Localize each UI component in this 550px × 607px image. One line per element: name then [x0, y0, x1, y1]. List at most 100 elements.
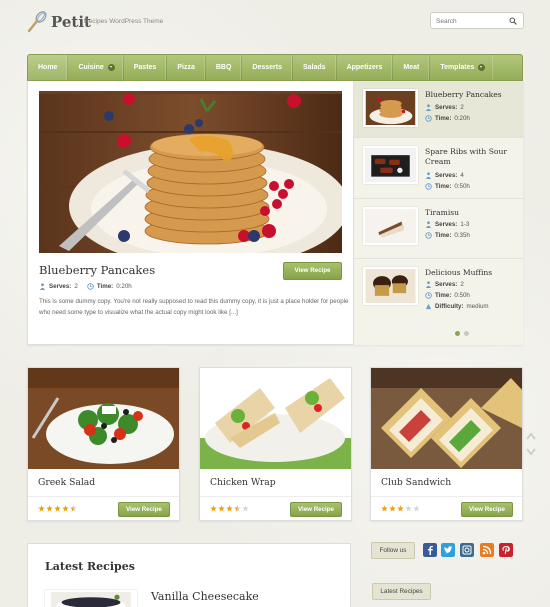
- serves-label: Serves:: [435, 221, 458, 228]
- star-icon: [70, 505, 77, 512]
- person-icon: [425, 104, 432, 111]
- clock-icon: [87, 283, 94, 290]
- slider-item-time: Time: 0:35h: [425, 232, 470, 239]
- slider-dot[interactable]: [455, 331, 460, 336]
- recipe-card-image[interactable]: [371, 368, 522, 469]
- time-value: 0:50h: [454, 292, 470, 299]
- facebook-icon[interactable]: [423, 543, 437, 557]
- difficulty-value: medium: [466, 303, 489, 310]
- time-value: 0:20h: [454, 115, 470, 122]
- instagram-icon[interactable]: [460, 543, 474, 557]
- featured-recipe-image[interactable]: [39, 91, 342, 253]
- search-input[interactable]: [436, 16, 506, 26]
- slider-item-title: Spare Ribs with Sour Cream: [425, 147, 508, 166]
- serves-label: Serves:: [49, 283, 72, 290]
- recipe-thumbnail[interactable]: [45, 590, 137, 607]
- star-icon: [242, 505, 249, 512]
- view-recipe-button[interactable]: View Recipe: [118, 502, 170, 517]
- nav-item-home[interactable]: Home: [28, 55, 69, 80]
- star-icon: [38, 505, 45, 512]
- slider-item-time: Time: 0:50h: [425, 292, 470, 299]
- star-rating: [381, 505, 420, 512]
- serves-label: Serves:: [435, 104, 458, 111]
- recipe-card-title[interactable]: Chicken Wrap: [210, 477, 276, 488]
- star-rating: [38, 505, 77, 512]
- star-icon: [405, 505, 412, 512]
- nav-item-pastes[interactable]: Pastes: [124, 55, 168, 80]
- time-value: 0:50h: [454, 183, 470, 190]
- slider-list-item[interactable]: Tiramisu Serves: 1-3 Time: 0:35h: [354, 199, 524, 259]
- slider-item-title: Blueberry Pancakes: [425, 90, 502, 99]
- serves-label: Serves:: [435, 172, 458, 179]
- recipe-card-image[interactable]: [28, 368, 179, 469]
- scroll-arrows: [526, 432, 536, 456]
- slider-item-serves: Serves: 2: [425, 281, 464, 288]
- chevron-up-icon[interactable]: [526, 432, 536, 440]
- pinterest-icon[interactable]: [499, 543, 513, 557]
- search-icon[interactable]: [509, 17, 517, 25]
- recipe-card-footer: View Recipe: [371, 496, 522, 521]
- time-value: 0:35h: [454, 232, 470, 239]
- recipe-card-title[interactable]: Greek Salad: [38, 477, 95, 488]
- follow-us-label: Follow us: [371, 542, 415, 559]
- difficulty-icon: [425, 303, 432, 310]
- slider-item-title: Tiramisu: [425, 208, 460, 217]
- slider-dot[interactable]: [464, 331, 469, 336]
- featured-title[interactable]: Blueberry Pancakes: [39, 263, 155, 277]
- serves-value: 4: [460, 172, 464, 179]
- slider-list-item[interactable]: Blueberry Pancakes Serves: 2 Time: 0:20h: [354, 81, 524, 138]
- view-recipe-button[interactable]: View Recipe: [283, 262, 342, 280]
- latest-recipe-title[interactable]: Vanilla Cheesecake: [151, 590, 259, 603]
- twitter-icon[interactable]: [441, 543, 455, 557]
- star-icon: [62, 505, 69, 512]
- person-icon: [39, 283, 46, 290]
- nav-label: Templates: [440, 64, 475, 71]
- nav-item-pizza[interactable]: Pizza: [167, 55, 206, 80]
- clock-icon: [425, 183, 432, 190]
- star-icon: [226, 505, 233, 512]
- recipe-card-title[interactable]: Club Sandwich: [381, 477, 451, 488]
- nav-item-salads[interactable]: Salads: [293, 55, 337, 80]
- nav-item-meat[interactable]: Meat: [393, 55, 431, 80]
- slider-list-item[interactable]: Delicious Muffins Serves: 2 Time: 0:50h Di…: [354, 259, 524, 325]
- featured-meta: Serves: 2 Time: 0:20h: [39, 283, 132, 290]
- recipe-thumbnail: [363, 267, 418, 305]
- nav-item-cuisine[interactable]: Cuisine: [68, 55, 124, 80]
- chevron-down-icon: [478, 64, 486, 71]
- recipe-thumbnail: [363, 146, 418, 184]
- serves-value: 2: [460, 281, 464, 288]
- chevron-down-icon[interactable]: [526, 448, 536, 456]
- person-icon: [425, 281, 432, 288]
- view-recipe-button[interactable]: View Recipe: [290, 502, 342, 517]
- whisk-logo-icon: [27, 11, 47, 33]
- nav-item-bbq[interactable]: BBQ: [206, 55, 243, 80]
- recipe-card-footer: View Recipe: [28, 496, 179, 521]
- nav-item-desserts[interactable]: Desserts: [242, 55, 293, 80]
- person-icon: [425, 172, 432, 179]
- clock-icon: [425, 115, 432, 122]
- person-icon: [425, 221, 432, 228]
- rss-icon[interactable]: [480, 543, 494, 557]
- nav-item-appetizers[interactable]: Appetizers: [337, 55, 394, 80]
- nav-label: Appetizers: [346, 64, 383, 71]
- search-box: [430, 12, 524, 29]
- time-label: Time:: [435, 183, 452, 190]
- time-label: Time:: [96, 283, 114, 290]
- view-recipe-button[interactable]: View Recipe: [461, 502, 513, 517]
- star-icon: [46, 505, 53, 512]
- nav-label: Cuisine: [78, 64, 104, 71]
- slider-pagination: [455, 331, 469, 336]
- slider-list-item[interactable]: Spare Ribs with Sour Cream Serves: 4 Time…: [354, 138, 524, 199]
- star-icon: [218, 505, 225, 512]
- slider-item-serves: Serves: 4: [425, 172, 464, 179]
- clock-icon: [425, 292, 432, 299]
- latest-recipes-label: Latest Recipes: [372, 583, 431, 600]
- chevron-down-icon: [107, 64, 115, 71]
- site-tagline: Recipes WordPress Theme: [84, 18, 164, 25]
- recipe-card: Greek Salad View Recipe: [27, 367, 180, 521]
- nav-label: Pastes: [133, 64, 157, 71]
- nav-item-templates[interactable]: Templates: [430, 55, 493, 80]
- star-icon: [234, 505, 241, 512]
- recipe-card-image[interactable]: [200, 368, 351, 469]
- serves-label: Serves:: [435, 281, 458, 288]
